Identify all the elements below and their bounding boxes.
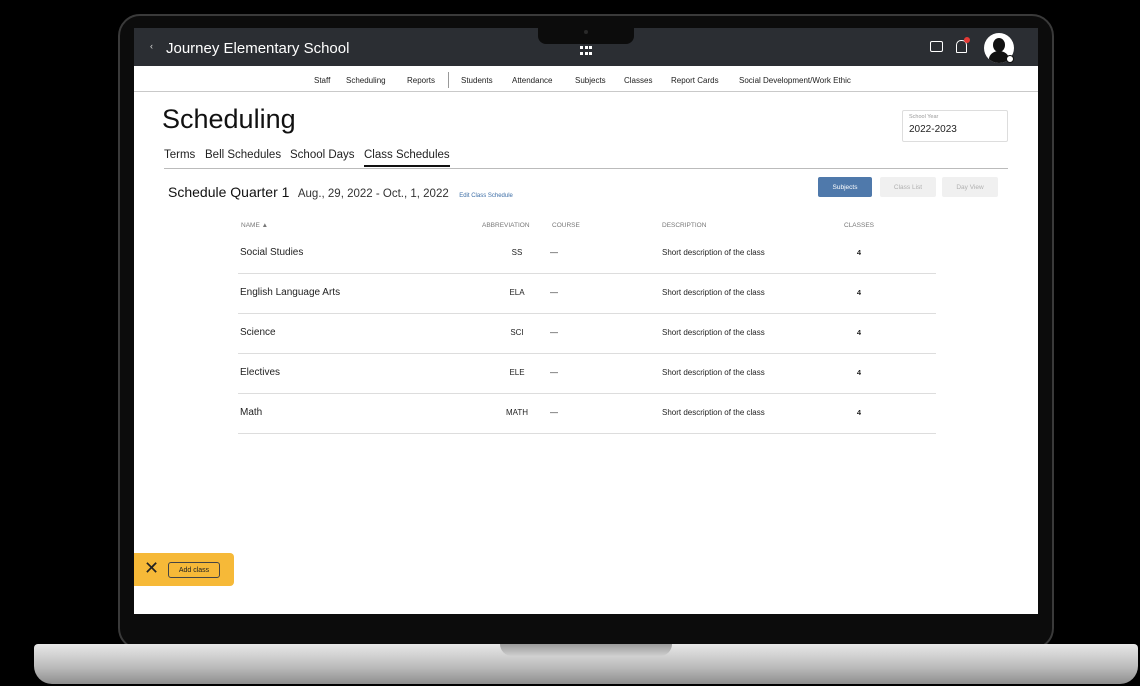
schedule-tabs: Terms Bell Schedules School Days Class S…: [164, 149, 1008, 169]
subject-description: Short description of the class: [662, 248, 765, 257]
schedule-name: Schedule Quarter 1: [168, 184, 290, 200]
sub-navigation: Staff Scheduling Reports Students Attend…: [134, 66, 1038, 92]
subject-course: —: [550, 328, 558, 337]
tab-class-schedules[interactable]: Class Schedules: [364, 149, 450, 167]
subject-course: —: [550, 368, 558, 377]
subject-abbreviation: SCI: [510, 328, 524, 337]
subject-description: Short description of the class: [662, 288, 765, 297]
app-screen: ‹ Journey Elementary School Staff Schedu…: [134, 28, 1038, 614]
subject-abbreviation: MATH: [505, 408, 529, 417]
chat-icon[interactable]: [930, 41, 943, 52]
laptop-base: [34, 644, 1138, 684]
column-header-course[interactable]: COURSE: [552, 222, 580, 229]
nav-reports[interactable]: Reports: [407, 76, 435, 85]
camera-notch: [538, 26, 634, 44]
nav-divider: [448, 72, 449, 88]
table-row[interactable]: Science SCI — Short description of the c…: [238, 314, 936, 354]
subject-description: Short description of the class: [662, 328, 765, 337]
nav-subjects[interactable]: Subjects: [575, 76, 606, 85]
table-row[interactable]: Social Studies SS — Short description of…: [238, 234, 936, 274]
subject-description: Short description of the class: [662, 408, 765, 417]
nav-social-development[interactable]: Social Development/Work Ethic: [739, 76, 851, 85]
subject-course: —: [550, 408, 558, 417]
column-header-name[interactable]: NAME ▲: [241, 222, 268, 229]
nav-attendance[interactable]: Attendance: [512, 76, 552, 85]
add-class-toast: ✕ Add class: [134, 553, 234, 586]
table-row[interactable]: Math MATH — Short description of the cla…: [238, 394, 936, 434]
schedule-header: Schedule Quarter 1 Aug., 29, 2022 - Oct.…: [168, 184, 513, 202]
nav-report-cards[interactable]: Report Cards: [671, 76, 719, 85]
tab-school-days[interactable]: School Days: [290, 149, 355, 161]
tab-terms[interactable]: Terms: [164, 149, 195, 161]
page-title: Scheduling: [162, 104, 296, 134]
add-class-button[interactable]: Add class: [168, 562, 220, 578]
subject-abbreviation: ELE: [509, 368, 525, 377]
subject-abbreviation: ELA: [509, 288, 525, 297]
close-icon[interactable]: ✕: [144, 558, 159, 579]
column-header-description[interactable]: DESCRIPTION: [662, 222, 706, 229]
subject-abbreviation: SS: [511, 248, 523, 257]
subject-classes-count: 4: [856, 408, 862, 417]
edit-class-schedule-link[interactable]: Edit Class Schedule: [459, 193, 513, 199]
subject-name: Science: [240, 327, 276, 338]
avatar-status-badge: [1006, 55, 1014, 63]
subject-classes-count: 4: [856, 288, 862, 297]
table-row[interactable]: English Language Arts ELA — Short descri…: [238, 274, 936, 314]
nav-students[interactable]: Students: [461, 76, 493, 85]
class-list-button[interactable]: Class List: [880, 177, 936, 197]
column-header-classes[interactable]: CLASSES: [844, 222, 874, 229]
nav-classes[interactable]: Classes: [624, 76, 652, 85]
nav-staff[interactable]: Staff: [314, 76, 330, 85]
school-name: Journey Elementary School: [166, 40, 350, 57]
school-year-select[interactable]: School Year 2022-2023: [902, 110, 1008, 142]
subject-classes-count: 4: [856, 328, 862, 337]
back-icon[interactable]: ‹: [150, 41, 153, 51]
subject-name: Social Studies: [240, 247, 304, 258]
apps-grid-icon[interactable]: [580, 46, 592, 56]
column-header-abbreviation[interactable]: ABBREVIATION: [482, 222, 530, 229]
school-year-value: 2022-2023: [909, 124, 957, 135]
schedule-dates: Aug., 29, 2022 - Oct., 1, 2022: [297, 188, 449, 200]
subject-course: —: [550, 288, 558, 297]
subject-name: Math: [240, 407, 263, 418]
subject-classes-count: 4: [856, 248, 862, 257]
table-row[interactable]: Electives ELE — Short description of the…: [238, 354, 936, 394]
notification-dot: [964, 37, 970, 43]
subjects-button[interactable]: Subjects: [818, 177, 872, 197]
nav-scheduling[interactable]: Scheduling: [346, 76, 386, 85]
subject-classes-count: 4: [856, 368, 862, 377]
subject-name: English Language Arts: [240, 287, 341, 298]
tab-bell-schedules[interactable]: Bell Schedules: [205, 149, 281, 161]
subject-name: Electives: [240, 367, 281, 378]
subject-course: —: [550, 248, 558, 257]
school-year-label: School Year: [909, 114, 939, 120]
day-view-button[interactable]: Day View: [942, 177, 998, 197]
subject-description: Short description of the class: [662, 368, 765, 377]
